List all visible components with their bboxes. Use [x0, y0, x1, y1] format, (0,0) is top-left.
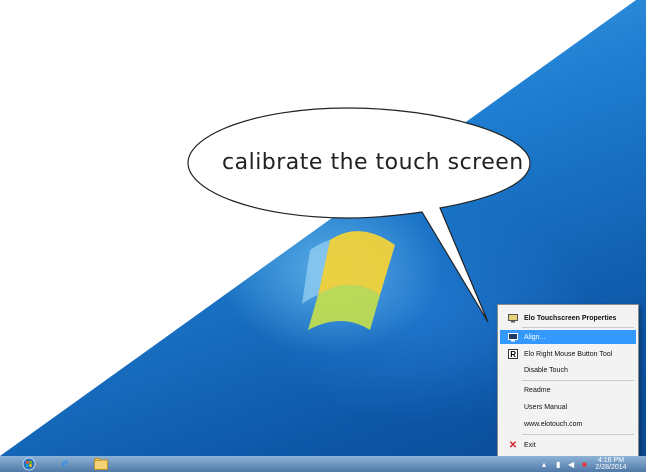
menu-label: Disable Touch	[524, 366, 568, 374]
menu-item-elotouch-website[interactable]: www.elotouch.com	[500, 417, 636, 431]
svg-text:R: R	[510, 350, 516, 359]
menu-separator	[522, 327, 634, 328]
menu-item-disable-touch[interactable]: Disable Touch	[500, 363, 636, 377]
menu-label: Align...	[524, 333, 546, 341]
start-orb-icon[interactable]	[20, 457, 38, 471]
network-icon[interactable]: ▮	[556, 460, 560, 469]
internet-explorer-icon[interactable]: e	[56, 456, 74, 471]
clock-date: 2/28/2014	[595, 464, 627, 471]
menu-label: Exit	[524, 441, 536, 449]
menu-item-readme[interactable]: Readme	[500, 383, 636, 397]
taskbar: e	[0, 456, 646, 472]
windows-logo-icon	[302, 231, 395, 330]
elo-tray-icon[interactable]: ■	[582, 460, 587, 469]
callout-text: calibrate the touch screen	[222, 150, 524, 175]
menu-item-elo-right-mouse-button-tool[interactable]: R Elo Right Mouse Button Tool	[500, 347, 636, 361]
menu-label: Elo Right Mouse Button Tool	[524, 350, 613, 358]
taskbar-clock[interactable]: 4:16 PM 2/28/2014	[591, 457, 631, 471]
clock-time: 4:16 PM	[597, 457, 625, 464]
show-hidden-icons-chevron-icon[interactable]: ▴	[542, 460, 546, 469]
menu-label: Readme	[524, 386, 551, 394]
menu-label: www.elotouch.com	[524, 420, 583, 428]
menu-label: Elo Touchscreen Properties	[524, 314, 617, 322]
menu-item-users-manual[interactable]: Users Manual	[500, 400, 636, 414]
elo-monitor-icon	[508, 313, 518, 323]
volume-icon[interactable]: ◀	[568, 460, 574, 469]
menu-item-exit[interactable]: ✕ Exit	[500, 438, 636, 452]
align-monitor-icon	[508, 332, 518, 342]
menu-separator	[522, 434, 634, 435]
menu-separator	[522, 380, 634, 381]
menu-item-align[interactable]: Align...	[500, 330, 636, 344]
right-button-r-icon: R	[508, 349, 518, 359]
red-x-icon: ✕	[508, 439, 518, 451]
menu-label: Users Manual	[524, 403, 568, 411]
menu-item-elo-touchscreen-properties[interactable]: Elo Touchscreen Properties	[500, 311, 636, 325]
file-explorer-icon[interactable]	[92, 457, 110, 471]
elo-context-menu: Elo Touchscreen Properties Align... R El…	[497, 304, 639, 458]
